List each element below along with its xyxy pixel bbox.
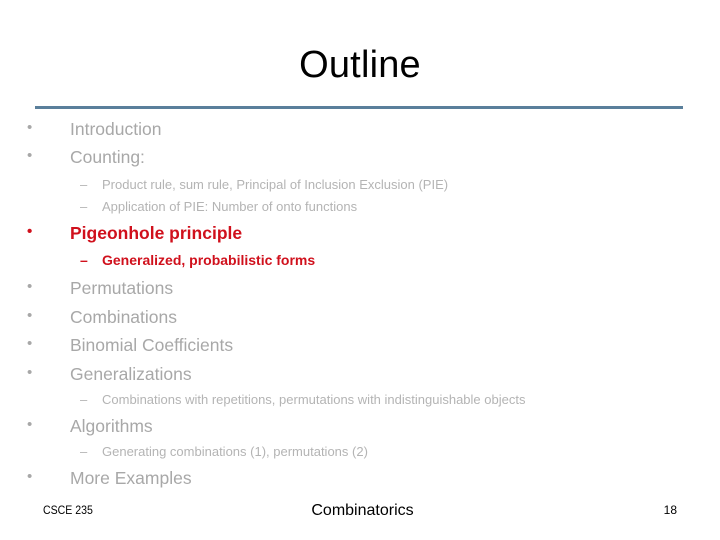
dash-icon: – (80, 199, 88, 214)
slide-title: Outline (299, 44, 421, 86)
outline-item-text: Combinations (70, 307, 177, 327)
bullet-icon: • (27, 278, 33, 295)
outline-subitem-text: Generalized, probabilistic forms (102, 252, 316, 268)
bullet-icon: • (27, 119, 33, 136)
outline-item-text: Introduction (70, 119, 162, 139)
bullet-icon: • (27, 416, 33, 433)
bullet-icon: • (27, 335, 33, 352)
outline-item-text: Pigeonhole principle (70, 223, 243, 243)
dash-icon: – (80, 177, 88, 192)
outline-subitem-text: Generating combinations (1), permutation… (102, 444, 368, 459)
outline-subitem-text: Combinations with repetitions, permutati… (102, 392, 526, 407)
outline-item-text: Permutations (70, 278, 174, 298)
bullet-icon: • (27, 147, 33, 164)
dash-icon: – (80, 392, 88, 407)
outline-subitem-text: Product rule, sum rule, Principal of Inc… (102, 177, 449, 192)
footer-topic-wrapper: Combinatorics (0, 502, 720, 520)
outline-subitem-text: Application of PIE: Number of onto funct… (102, 199, 358, 214)
bullet-icon: • (27, 223, 33, 240)
outline-item-text: Generalizations (70, 364, 192, 384)
bullet-icon: • (27, 468, 33, 485)
outline-item-text: More Examples (70, 468, 192, 488)
footer-page-number: 18 (663, 503, 677, 517)
bullet-icon: • (27, 307, 33, 324)
title-divider (35, 106, 683, 109)
outline-item-text: Binomial Coefficients (70, 335, 234, 355)
dash-icon: – (80, 444, 88, 459)
footer-topic: Combinatorics (311, 502, 414, 519)
dash-icon: – (80, 252, 88, 268)
bullet-icon: • (27, 364, 33, 381)
outline-item-text: Counting: (70, 147, 145, 167)
outline-item-text: Algorithms (70, 416, 153, 436)
